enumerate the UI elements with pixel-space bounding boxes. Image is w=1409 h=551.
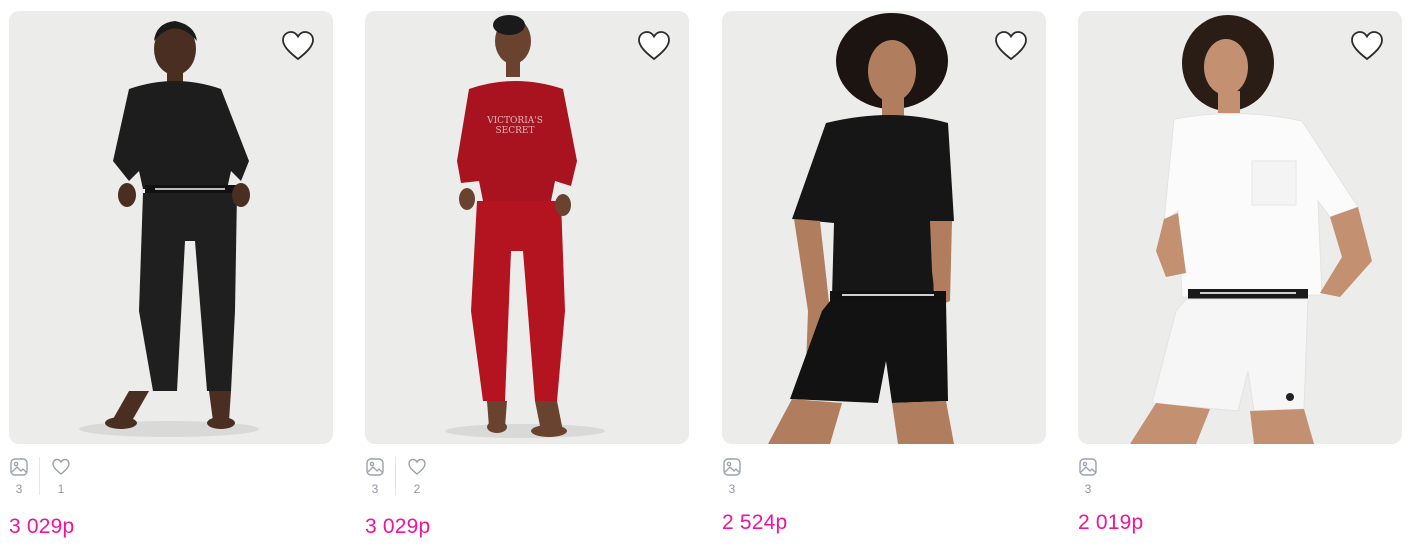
product-price: 2 524р: [722, 511, 788, 534]
product-photo-1[interactable]: [9, 11, 333, 444]
like-count: 1: [51, 457, 71, 496]
product-price: 2 019р: [1078, 511, 1144, 534]
like-count-value: 2: [413, 482, 421, 496]
favorite-button[interactable]: [994, 30, 1028, 62]
like-count-value: 1: [57, 482, 65, 496]
favorite-button[interactable]: [281, 30, 315, 62]
image-icon: [366, 458, 384, 476]
heart-outline-icon: [282, 31, 314, 61]
model-figure: VICTORIA'S SECRET: [445, 15, 605, 438]
svg-text:SECRET: SECRET: [496, 126, 535, 136]
divider: [39, 457, 40, 495]
product-stats: 3: [1078, 457, 1098, 501]
like-count: 2: [407, 457, 427, 496]
model-figure: [79, 21, 259, 437]
heart-outline-icon: [638, 31, 670, 61]
product-price: 3 029р: [365, 515, 431, 538]
product-photo-2[interactable]: VICTORIA'S SECRET: [365, 11, 689, 444]
photo-count: 3: [365, 457, 385, 496]
photo-count: 3: [722, 457, 742, 496]
heart-outline-icon: [995, 31, 1027, 61]
product-card-4[interactable]: 3 2 019р: [1078, 11, 1402, 551]
photo-count: 3: [1078, 457, 1098, 496]
image-icon: [1079, 458, 1097, 476]
photo-count-value: 3: [15, 482, 23, 496]
heart-small-icon: [408, 458, 426, 475]
model-figure: [768, 13, 954, 444]
product-photo-3[interactable]: [722, 11, 1046, 444]
product-card-3[interactable]: 3 2 524р: [722, 11, 1046, 551]
favorite-button[interactable]: [637, 30, 671, 62]
product-grid: 3 1 3 029р VICTORIA'S SECRET 3 2 3 029р …: [0, 0, 1409, 551]
photo-count-value: 3: [728, 482, 736, 496]
image-icon: [10, 458, 28, 476]
product-stats: 3: [722, 457, 742, 501]
photo-count-value: 3: [1084, 482, 1092, 496]
product-card-1[interactable]: 3 1 3 029р: [9, 11, 333, 551]
product-card-2[interactable]: VICTORIA'S SECRET 3 2 3 029р: [365, 11, 689, 551]
svg-text:VICTORIA'S: VICTORIA'S: [486, 116, 543, 126]
product-price: 3 029р: [9, 515, 75, 538]
product-stats: 3 2: [365, 457, 427, 501]
photo-count-value: 3: [371, 482, 379, 496]
photo-count: 3: [9, 457, 29, 496]
favorite-button[interactable]: [1350, 30, 1384, 62]
heart-outline-icon: [1351, 31, 1383, 61]
model-figure: [1130, 15, 1372, 444]
product-stats: 3 1: [9, 457, 71, 501]
divider: [395, 457, 396, 495]
image-icon: [723, 458, 741, 476]
heart-small-icon: [52, 458, 70, 475]
product-photo-4[interactable]: [1078, 11, 1402, 444]
